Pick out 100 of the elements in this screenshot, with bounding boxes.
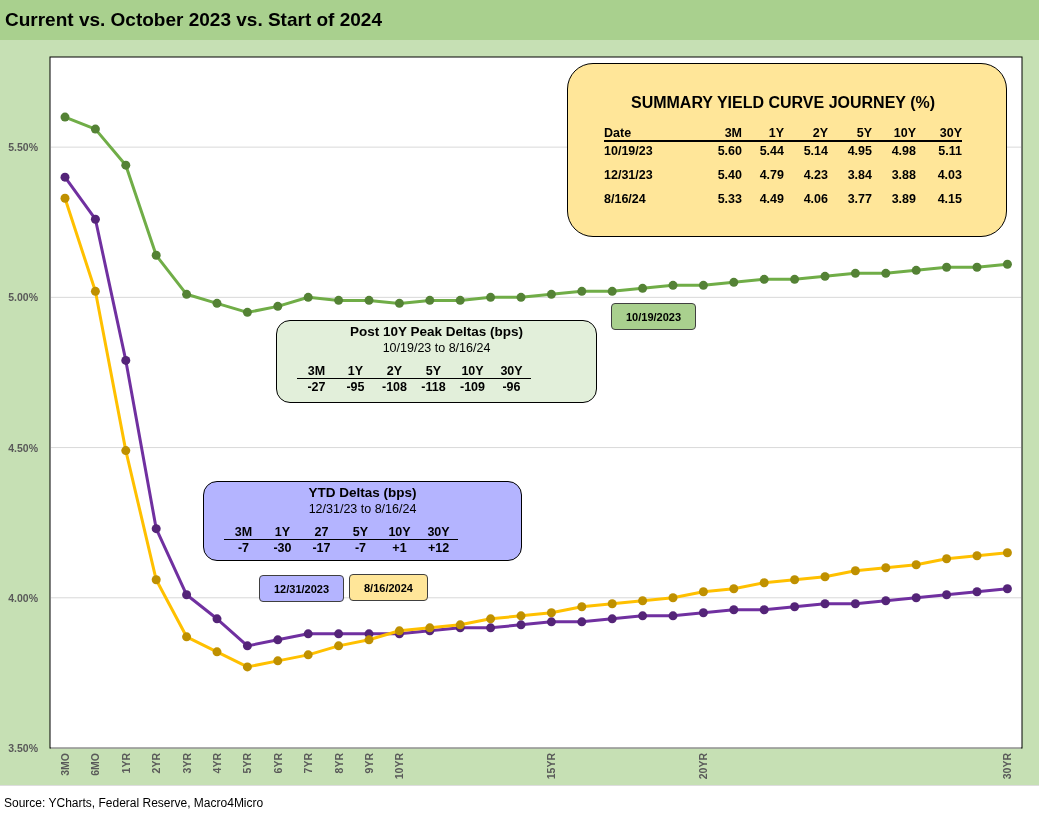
data-point xyxy=(273,301,283,311)
x-axis-label: 3YR xyxy=(180,753,193,774)
x-axis-label: 8YR xyxy=(332,753,345,774)
card-title: Post 10Y Peak Deltas (bps) xyxy=(348,324,525,339)
data-point xyxy=(242,641,252,651)
x-axis-label: 6MO xyxy=(89,753,102,776)
table-cell-text: 5.14 xyxy=(802,144,828,160)
data-point xyxy=(638,596,648,606)
data-point xyxy=(942,590,952,600)
data-point xyxy=(607,599,617,609)
data-point xyxy=(364,635,374,645)
table-cell-text: 10/19/23 xyxy=(604,144,654,160)
data-point xyxy=(820,599,830,609)
column-header: 30Y xyxy=(492,365,531,379)
column-header: 1Y xyxy=(263,526,302,540)
y-axis-label: 5.50% xyxy=(8,141,38,154)
data-point xyxy=(972,587,982,597)
y-axis-label: 5.00% xyxy=(8,291,38,304)
column-header: 5Y xyxy=(341,526,380,540)
data-point xyxy=(546,289,556,299)
y-axis-label: 4.00% xyxy=(8,591,38,604)
series-label: 8/16/2024 xyxy=(349,574,428,601)
table-cell-text: 4.49 xyxy=(758,192,784,208)
data-point xyxy=(638,611,648,621)
data-point xyxy=(942,554,952,564)
data-point xyxy=(668,280,678,290)
data-point xyxy=(820,572,830,582)
data-point xyxy=(729,584,739,594)
column-header: 5Y xyxy=(414,365,453,379)
data-point xyxy=(790,602,800,612)
table-cell-text: 4.98 xyxy=(890,144,916,160)
table-cell-text: -27 xyxy=(306,379,327,395)
data-point xyxy=(212,647,222,657)
series-label: 10/19/2023 xyxy=(611,303,697,330)
table-cell-text: -118 xyxy=(420,379,447,395)
data-point xyxy=(212,614,222,624)
table-cell-text: 3.89 xyxy=(890,192,916,208)
data-point xyxy=(60,172,70,182)
x-axis-label: 5YR xyxy=(241,753,254,774)
data-point xyxy=(182,289,192,299)
card-subtitle: 10/19/23 to 8/16/24 xyxy=(381,341,492,355)
x-axis-label: 3MO xyxy=(59,753,71,776)
x-axis-label: 6YR xyxy=(271,753,284,774)
data-point xyxy=(303,650,313,660)
table-cell-text: 3.77 xyxy=(846,192,872,208)
table-cell-text: 3.88 xyxy=(890,168,916,184)
column-header: 3M xyxy=(700,126,742,142)
data-point xyxy=(729,277,739,287)
data-point xyxy=(850,599,860,609)
data-point xyxy=(394,298,404,308)
data-point xyxy=(1002,584,1012,594)
data-point xyxy=(546,608,556,618)
data-point xyxy=(607,614,617,624)
data-point xyxy=(668,593,678,603)
data-point xyxy=(364,295,374,305)
data-point xyxy=(182,590,192,600)
data-point xyxy=(668,611,678,621)
data-point xyxy=(881,268,891,278)
data-point xyxy=(1002,548,1012,558)
data-point xyxy=(273,656,283,666)
y-axis-label: 3.50% xyxy=(8,742,38,754)
table-cell-text: 4.06 xyxy=(802,192,828,208)
column-header: Date xyxy=(604,126,700,142)
column-header: 1Y xyxy=(742,126,784,142)
column-header: 2Y xyxy=(375,365,414,379)
data-point xyxy=(121,446,131,456)
data-point xyxy=(972,551,982,561)
data-point xyxy=(577,286,587,296)
data-point xyxy=(425,295,435,305)
table-cell-text: 4.15 xyxy=(936,192,962,208)
column-header: 10Y xyxy=(380,526,419,540)
data-point xyxy=(121,160,131,170)
column-header: 30Y xyxy=(916,126,962,142)
series-label: 12/31/2023 xyxy=(259,575,345,602)
data-point xyxy=(516,620,526,630)
table-cell-text: -96 xyxy=(501,379,522,395)
x-axis-label: 30YR xyxy=(1001,753,1014,780)
column-header: 30Y xyxy=(419,526,458,540)
data-point xyxy=(212,298,222,308)
data-point xyxy=(334,629,344,639)
table-cell-text: -109 xyxy=(459,379,486,395)
table-cell-text: 5.60 xyxy=(716,144,742,160)
card-title: YTD Deltas (bps) xyxy=(307,485,418,500)
data-point xyxy=(759,274,769,284)
table-cell-text: 5.44 xyxy=(758,144,784,160)
table-cell-text: 4.79 xyxy=(758,168,784,184)
data-point xyxy=(90,124,100,134)
table-cell-text: 5.11 xyxy=(937,144,962,160)
data-point xyxy=(516,611,526,621)
data-point xyxy=(607,286,617,296)
x-axis-label: 7YR xyxy=(302,753,315,774)
x-axis-label: 2YR xyxy=(150,753,163,774)
table-cell-text: 8/16/24 xyxy=(604,192,647,208)
data-point xyxy=(516,292,526,302)
data-point xyxy=(638,283,648,293)
data-point xyxy=(546,617,556,627)
table-cell-text: 12/31/23 xyxy=(604,168,654,184)
data-point xyxy=(790,274,800,284)
chart-title: Current vs. October 2023 vs. Start of 2024 xyxy=(5,9,382,31)
table-cell-text: -7 xyxy=(353,540,368,556)
